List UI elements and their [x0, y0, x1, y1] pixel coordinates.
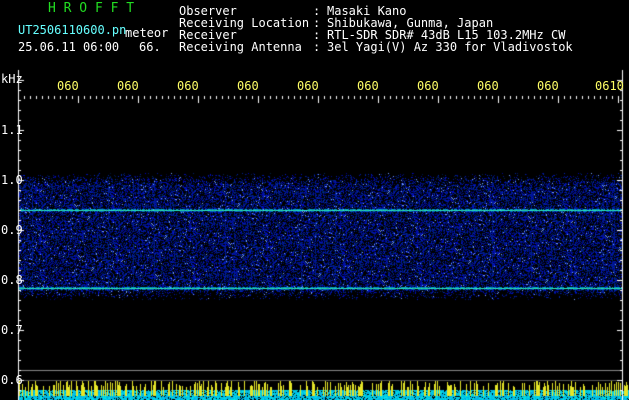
antenna-sep: :	[313, 40, 321, 54]
y-tick-label: 0.6	[1, 373, 23, 387]
file-tag-label: meteor	[125, 26, 169, 40]
time-tick-label: 060	[477, 79, 499, 93]
y-tick-label: 0.8	[1, 273, 23, 287]
spectrogram-plot	[0, 0, 629, 400]
time-tick-label: 060	[537, 79, 559, 93]
y-tick-label: 0.7	[1, 323, 23, 337]
y-tick-label: 1.1	[1, 123, 23, 137]
antenna-value: 3el Yagi(V) Az 330 for Vladivostok	[327, 40, 573, 54]
time-tick-label: 060	[297, 79, 319, 93]
time-tick-label: 060	[237, 79, 259, 93]
y-tick-label: 0.9	[1, 223, 23, 237]
y-axis-unit: kHz	[1, 72, 23, 86]
y-tick-label: 1.0	[1, 173, 23, 187]
antenna-label: Receiving Antenna	[179, 40, 302, 54]
brand-label: H R O F F T	[48, 1, 135, 16]
datetime-label: 25.06.11 06:00	[18, 40, 120, 54]
time-tick-label: 060	[357, 79, 379, 93]
filename-label: UT2506110600.pn	[18, 23, 127, 37]
time-tick-label: 060	[117, 79, 139, 93]
time-tick-label: 060	[177, 79, 199, 93]
time-tick-label: 060	[417, 79, 439, 93]
time-tick-label: 060	[57, 79, 79, 93]
time-tick-label: 0610	[595, 79, 624, 93]
count-label: 66.	[139, 40, 161, 54]
